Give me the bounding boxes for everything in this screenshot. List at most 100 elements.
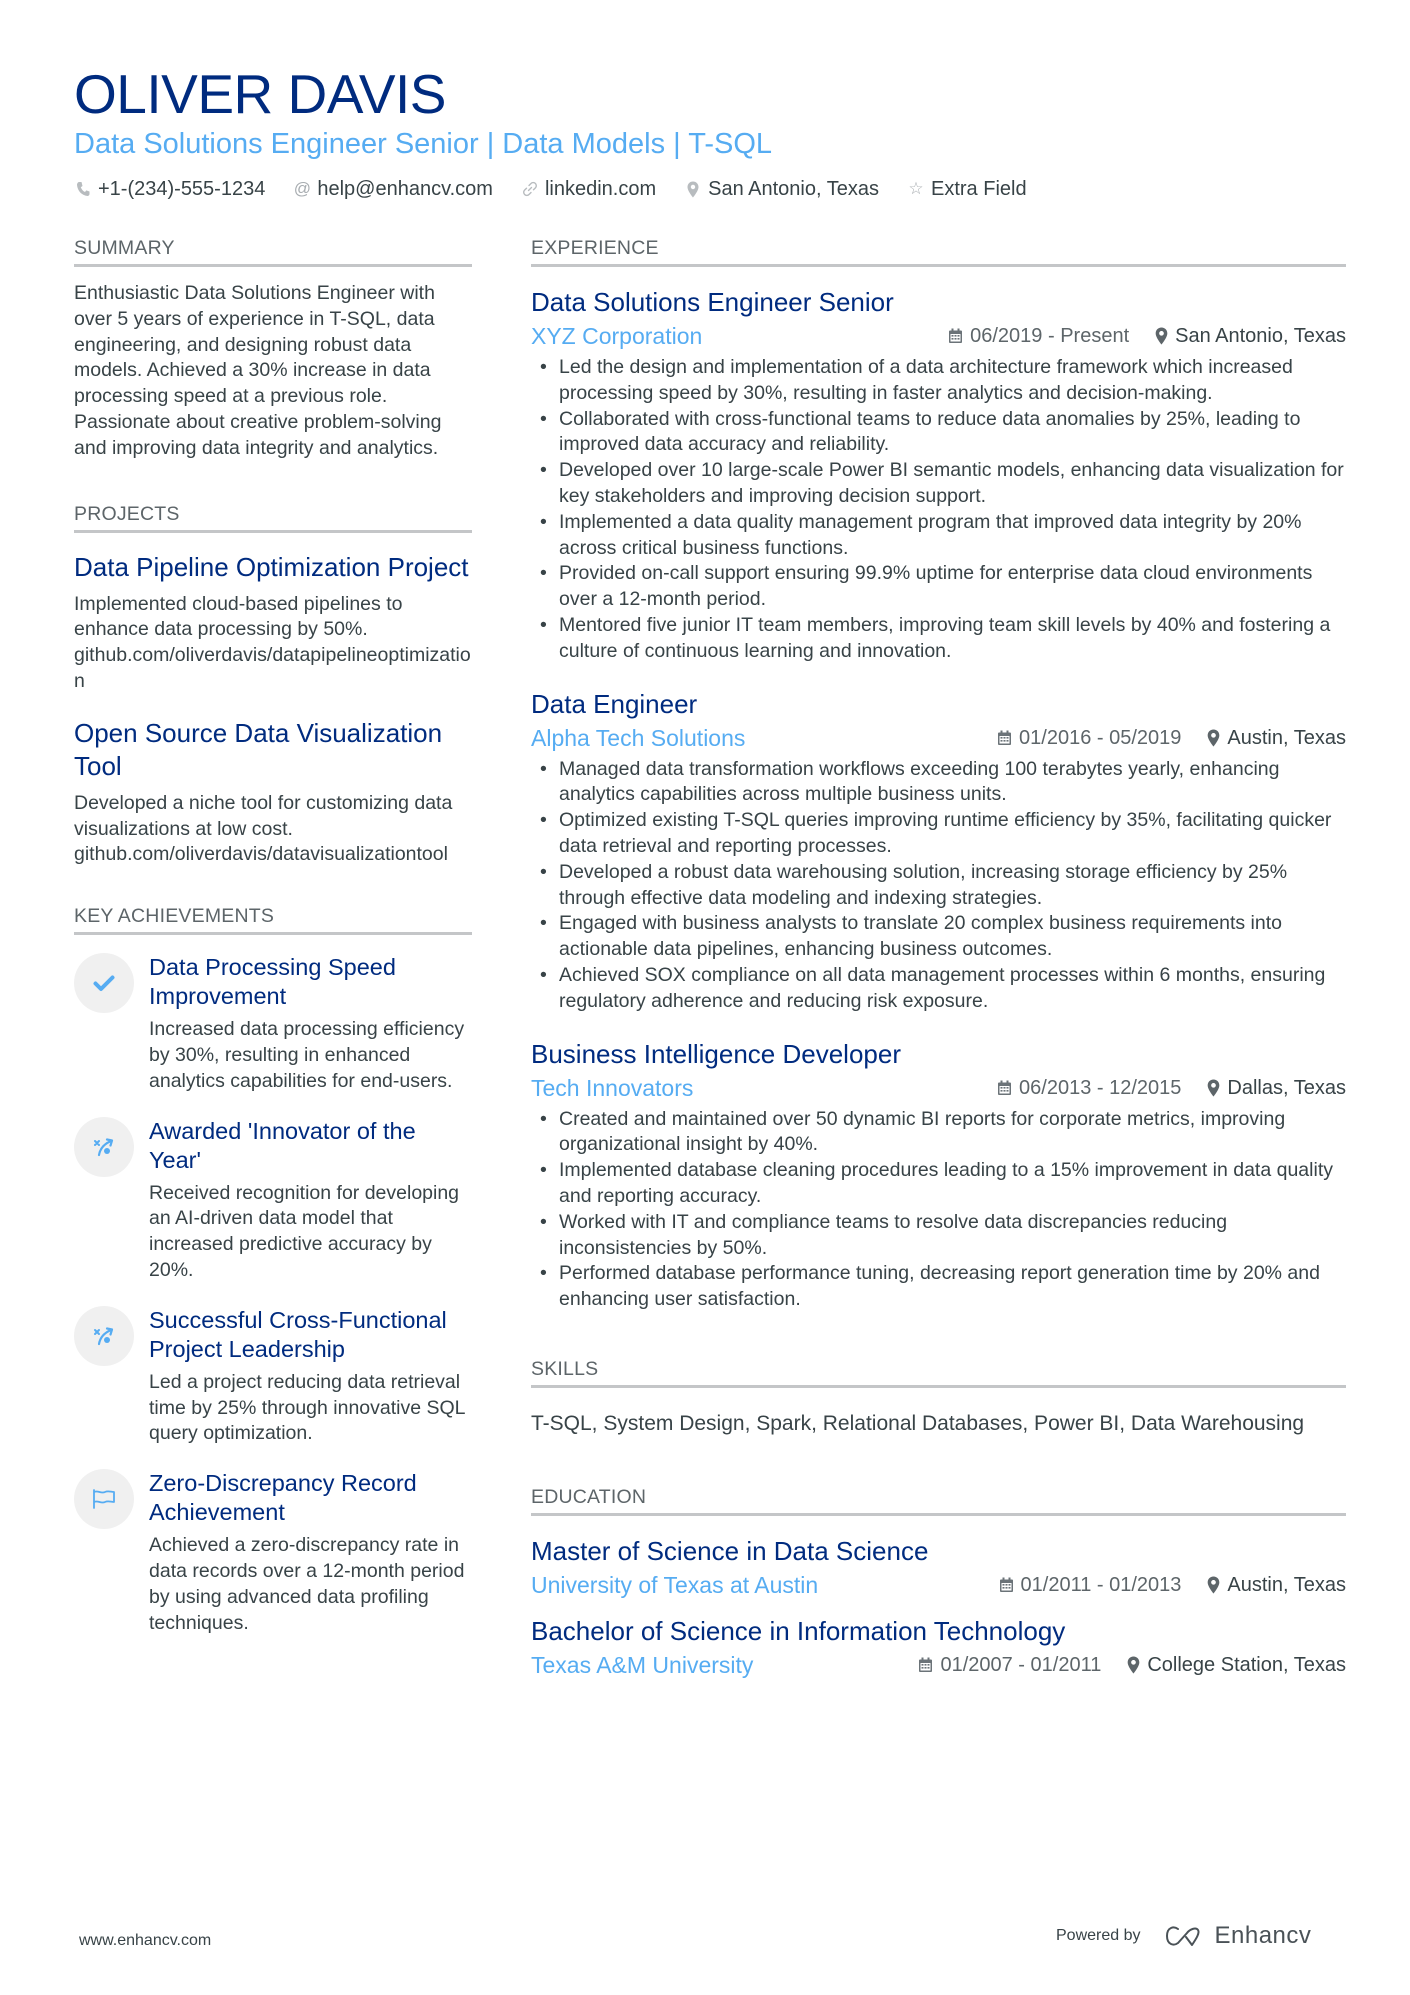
phone-icon <box>74 181 92 197</box>
location-icon <box>1207 1079 1220 1097</box>
achievement-description: Increased data processing efficiency by … <box>149 1018 465 1092</box>
meta-row: XYZ Corporation 06/2019 - Present San An… <box>531 321 1346 351</box>
achievement-item: Awarded 'Innovator of the Year' Received… <box>74 1116 472 1284</box>
responsibility-bullet: Created and maintained over 50 dynamic B… <box>531 1107 1346 1159</box>
left-column: SUMMARY Enthusiastic Data Solutions Engi… <box>74 236 472 1636</box>
experience-item: Data Engineer Alpha Tech Solutions 01/201… <box>531 687 1346 1015</box>
responsibility-bullet: Implemented database cleaning procedures… <box>531 1158 1346 1210</box>
degree-title: Master of Science in Data Science <box>531 1535 929 1566</box>
school-name: University of Texas at Austin <box>531 1571 819 1598</box>
education-heading: EDUCATION <box>531 1485 1346 1516</box>
responsibility-bullet: Performed database performance tuning, d… <box>531 1261 1346 1313</box>
project-title: Data Pipeline Optimization Project <box>74 551 469 582</box>
contact-phone[interactable]: +1-(234)-555-1234 <box>74 176 265 202</box>
meta-row: Texas A&M University 01/2007 - 01/2011 C… <box>531 1650 1346 1680</box>
location-text: Austin, Texas <box>1227 726 1346 749</box>
meta-row: Alpha Tech Solutions 01/2016 - 05/2019 A… <box>531 723 1346 753</box>
location-icon <box>1207 729 1220 747</box>
location: Austin, Texas <box>1207 725 1346 751</box>
contact-linkedin-text: linkedin.com <box>544 178 657 200</box>
powered-by-label: Powered by <box>1056 1927 1141 1944</box>
contact-email-text: help@enhancv.com <box>317 178 493 200</box>
enhancv-logo-icon <box>1165 1926 1199 1946</box>
calendar-icon <box>918 1657 933 1673</box>
contact-phone-text: +1-(234)-555-1234 <box>98 178 266 200</box>
contact-location: San Antonio, Texas <box>684 176 879 202</box>
enhancv-logo[interactable]: Enhancv <box>1165 1922 1312 1950</box>
experience-item: Data Solutions Engineer Senior XYZ Corpor… <box>531 285 1346 665</box>
responsibility-bullet: Mentored five junior IT team members, im… <box>531 613 1346 665</box>
project-description-text: Implemented cloud-based pipelines to enh… <box>74 592 403 641</box>
achievement-title: Awarded 'Innovator of the Year' <box>149 1117 416 1173</box>
key-achievements-section: KEY ACHIEVEMENTS Data Processing Speed I… <box>74 904 472 1636</box>
date-location: 01/2011 - 01/2013 Austin, Texas <box>999 1572 1346 1598</box>
education-section: EDUCATION Master of Science in Data Scie… <box>531 1485 1346 1680</box>
project-link[interactable]: github.com/oliverdavis/datapipelineoptim… <box>74 644 471 692</box>
achievement-item: Successful Cross-Functional Project Lead… <box>74 1305 472 1447</box>
date-text: 01/2007 - 01/2011 <box>940 1653 1102 1676</box>
project-link[interactable]: github.com/oliverdavis/datavisualization… <box>74 843 448 865</box>
date-location: 01/2016 - 05/2019 Austin, Texas <box>997 725 1346 751</box>
location: San Antonio, Texas <box>1155 323 1346 349</box>
footer-website[interactable]: www.enhancv.com <box>79 1932 211 1950</box>
candidate-name: OLIVER DAVIS <box>74 63 447 125</box>
school-name: Texas A&M University <box>531 1651 754 1678</box>
responsibility-bullet: Managed data transformation workflows ex… <box>531 757 1346 809</box>
location-icon <box>1127 1656 1140 1674</box>
candidate-headline: Data Solutions Engineer Senior | Data Mo… <box>74 128 773 160</box>
date-text: 06/2019 - Present <box>970 325 1130 347</box>
responsibility-bullet: Developed over 10 large-scale Power BI s… <box>531 458 1346 510</box>
education-item: Master of Science in Data Science Univers… <box>531 1534 1346 1600</box>
date-text: 01/2011 - 01/2013 <box>1020 1573 1182 1596</box>
checkmark-icon <box>74 953 134 1014</box>
date-location: 06/2013 - 12/2015 Dallas, Texas <box>997 1075 1346 1101</box>
date-text: 06/2013 - 12/2015 <box>1019 1076 1182 1099</box>
contact-location-text: San Antonio, Texas <box>708 178 879 200</box>
project-description: Implemented cloud-based pipelines to enh… <box>74 592 472 695</box>
company-name: Alpha Tech Solutions <box>531 724 746 751</box>
responsibility-bullet: Implemented a data quality management pr… <box>531 510 1346 562</box>
achievement-body: Awarded 'Innovator of the Year' Received… <box>149 1117 472 1284</box>
achievement-item: Zero-Discrepancy Record Achievement Achi… <box>74 1469 472 1636</box>
job-title: Business Intelligence Developer <box>531 1038 901 1069</box>
footer-branding: Powered by Enhancv <box>1056 1922 1311 1950</box>
location-text: Dallas, Texas <box>1227 1076 1346 1099</box>
at-icon: @ <box>293 179 311 198</box>
date-location: 06/2019 - Present San Antonio, Texas <box>948 323 1346 349</box>
project-description: Developed a niche tool for customizing d… <box>74 791 472 868</box>
date-text: 01/2016 - 05/2019 <box>1019 726 1182 749</box>
education-list: Master of Science in Data Science Univers… <box>531 1534 1346 1680</box>
contact-linkedin[interactable]: linkedin.com <box>521 176 656 202</box>
experience-heading: EXPERIENCE <box>531 236 1346 267</box>
summary-text: Enthusiastic Data Solutions Engineer wit… <box>74 282 442 459</box>
location-text: Austin, Texas <box>1227 1573 1346 1596</box>
experience-list: Data Solutions Engineer Senior XYZ Corpor… <box>531 285 1346 1313</box>
resume-page: OLIVER DAVIS Data Solutions Engineer Sen… <box>74 62 1346 1678</box>
contact-email[interactable]: @ help@enhancv.com <box>293 176 493 202</box>
responsibility-bullet: Achieved SOX compliance on all data mana… <box>531 963 1346 1015</box>
achievement-body: Zero-Discrepancy Record Achievement Achi… <box>149 1469 472 1636</box>
job-title: Data Engineer <box>531 688 698 719</box>
skills-heading: SKILLS <box>531 1357 1346 1388</box>
location: Dallas, Texas <box>1207 1075 1346 1101</box>
experience-section: EXPERIENCE Data Solutions Engineer Senio… <box>531 236 1346 1313</box>
achievement-description: Achieved a zero-discrepancy rate in data… <box>149 1534 465 1634</box>
location-icon <box>1155 327 1168 345</box>
projects-heading: PROJECTS <box>74 502 472 533</box>
meta-row: University of Texas at Austin 01/2011 - … <box>531 1570 1346 1600</box>
contact-extra: ☆ Extra Field <box>907 176 1026 202</box>
degree-title: Bachelor of Science in Information Techn… <box>531 1615 1066 1646</box>
summary-section: SUMMARY Enthusiastic Data Solutions Engi… <box>74 236 472 462</box>
contact-bar: +1-(234)-555-1234 @ help@enhancv.com lin… <box>74 176 1346 202</box>
responsibility-bullet: Worked with IT and compliance teams to r… <box>531 1210 1346 1262</box>
project-title: Open Source Data Visualization Tool <box>74 717 443 781</box>
responsibility-bullet: Developed a robust data warehousing solu… <box>531 860 1346 912</box>
achievement-title: Successful Cross-Functional Project Lead… <box>149 1306 447 1362</box>
experience-item: Business Intelligence Developer Tech Inno… <box>531 1037 1346 1313</box>
responsibility-bullet: Provided on-call support ensuring 99.9% … <box>531 561 1346 613</box>
location-text: College Station, Texas <box>1147 1653 1346 1676</box>
company-name: Tech Innovators <box>531 1074 694 1101</box>
calendar-icon <box>948 328 963 344</box>
enhancv-brand-text: Enhancv <box>1214 1922 1312 1949</box>
summary-heading: SUMMARY <box>74 236 472 267</box>
